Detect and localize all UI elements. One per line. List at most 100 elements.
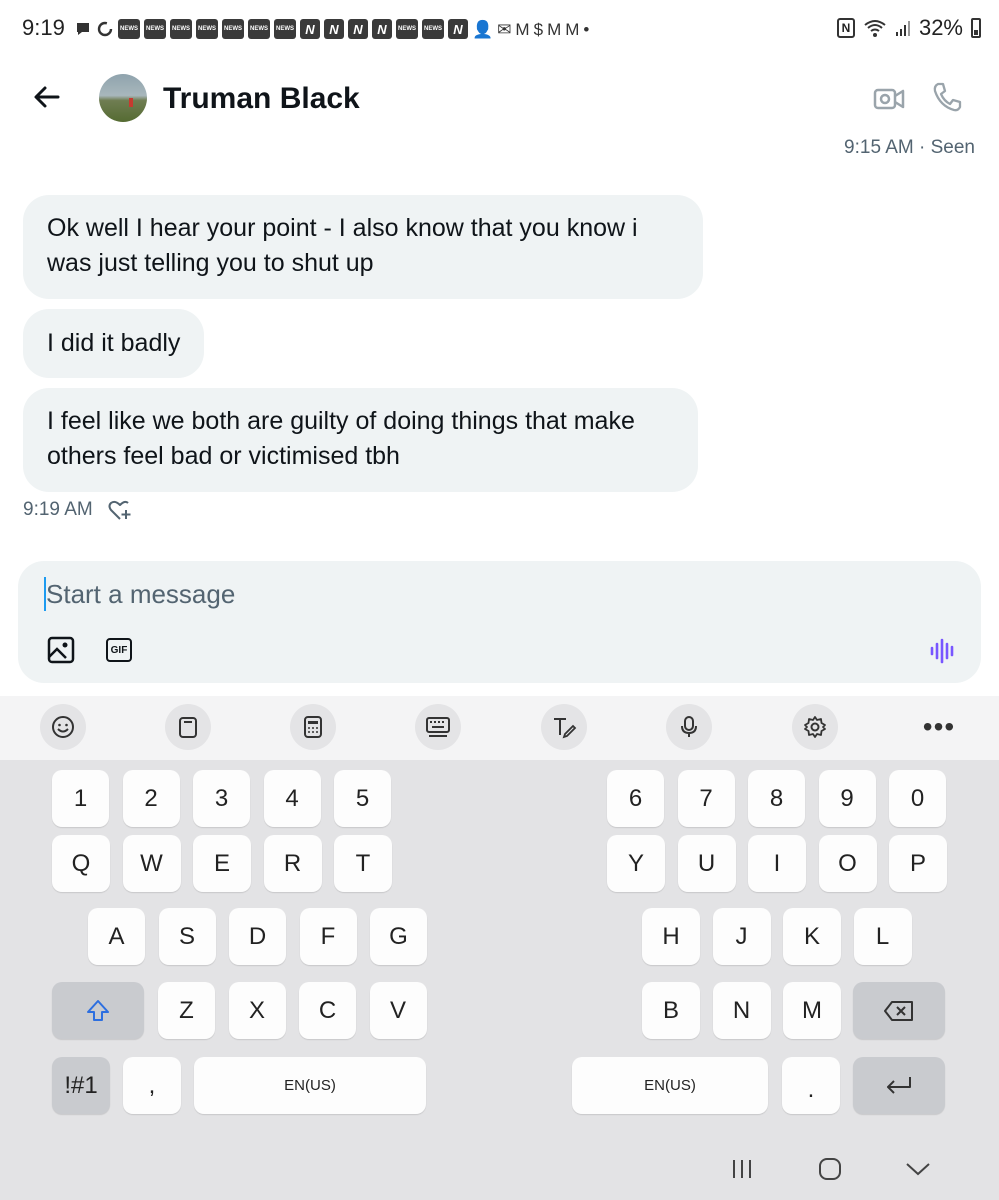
keypad-icon[interactable] bbox=[290, 704, 336, 750]
contact-name[interactable]: Truman Black bbox=[163, 82, 360, 116]
status-time: 9:19 bbox=[22, 15, 65, 40]
emoji-icon[interactable] bbox=[40, 704, 86, 750]
key-q[interactable]: Q bbox=[52, 835, 110, 892]
gmail-icon: M bbox=[547, 19, 562, 39]
key-t[interactable]: T bbox=[334, 835, 392, 892]
message-timestamp: 9:19 AM bbox=[23, 499, 93, 520]
key-p[interactable]: P bbox=[889, 835, 947, 892]
key-z[interactable]: Z bbox=[158, 982, 215, 1039]
key-6[interactable]: 6 bbox=[607, 770, 664, 827]
back-arrow-icon[interactable] bbox=[30, 80, 64, 114]
message-input[interactable] bbox=[44, 577, 744, 611]
settings-gear-icon[interactable] bbox=[792, 704, 838, 750]
more-options-icon[interactable]: ••• bbox=[916, 704, 962, 750]
person-add-icon: 👤 bbox=[472, 19, 494, 39]
key-9[interactable]: 9 bbox=[818, 770, 876, 827]
key-v[interactable]: V bbox=[369, 982, 427, 1039]
key-g[interactable]: G bbox=[370, 908, 427, 965]
key-b[interactable]: B bbox=[642, 982, 700, 1039]
conversation-header: Truman Black bbox=[0, 58, 999, 138]
key-2[interactable]: 2 bbox=[122, 770, 180, 827]
battery-percent: 32% bbox=[918, 15, 963, 40]
enter-key[interactable] bbox=[853, 1057, 945, 1114]
image-icon[interactable] bbox=[46, 635, 76, 665]
key-w[interactable]: W bbox=[122, 835, 181, 892]
home-icon[interactable] bbox=[810, 1151, 850, 1187]
key-r[interactable]: R bbox=[263, 835, 322, 892]
key-n[interactable]: N bbox=[712, 982, 771, 1039]
app-notification-icon: N bbox=[324, 19, 344, 39]
wifi-icon bbox=[864, 20, 886, 37]
voice-message-icon[interactable] bbox=[928, 636, 958, 666]
key-y[interactable]: Y bbox=[607, 835, 665, 892]
chat-bubble-icon bbox=[74, 20, 92, 38]
battery-icon bbox=[971, 18, 981, 38]
message-bubble[interactable]: I feel like we both are guilty of doing … bbox=[23, 388, 698, 492]
key-a[interactable]: A bbox=[88, 908, 145, 965]
news-notification-icon: NEWS bbox=[422, 19, 444, 39]
news-notification-icon: NEWS bbox=[248, 19, 270, 39]
key-h[interactable]: H bbox=[642, 908, 700, 965]
key-e[interactable]: E bbox=[193, 835, 251, 892]
avatar[interactable] bbox=[99, 74, 147, 122]
shift-key[interactable] bbox=[52, 982, 144, 1039]
key-c[interactable]: C bbox=[299, 982, 356, 1039]
key-x[interactable]: X bbox=[228, 982, 286, 1039]
period-key[interactable]: . bbox=[782, 1057, 840, 1114]
news-notification-icon: NEWS bbox=[274, 19, 296, 39]
space-key-right[interactable]: EN(US) bbox=[572, 1057, 768, 1114]
system-navigation-bar bbox=[0, 1135, 999, 1200]
key-4[interactable]: 4 bbox=[263, 770, 321, 827]
clipboard-icon[interactable] bbox=[165, 704, 211, 750]
seen-status: 9:15 AM · Seen bbox=[844, 137, 975, 158]
gmail-icon: M bbox=[565, 19, 580, 39]
gmail-icon: M bbox=[515, 19, 530, 39]
key-f[interactable]: F bbox=[299, 908, 357, 965]
hide-keyboard-chevron-down-icon[interactable] bbox=[898, 1151, 938, 1187]
comma-key[interactable]: , bbox=[123, 1057, 181, 1114]
key-u[interactable]: U bbox=[677, 835, 736, 892]
app-notification-icon: N bbox=[300, 19, 320, 39]
gif-button[interactable]: GIF bbox=[106, 638, 132, 662]
key-3[interactable]: 3 bbox=[193, 770, 250, 827]
news-notification-icon: NEWS bbox=[396, 19, 418, 39]
sync-icon bbox=[96, 20, 114, 38]
message-bubble[interactable]: Ok well I hear your point - I also know … bbox=[23, 195, 703, 299]
keyboard-toolbar: ••• bbox=[0, 696, 999, 760]
handwriting-icon[interactable] bbox=[541, 704, 587, 750]
key-j[interactable]: J bbox=[712, 908, 771, 965]
key-s[interactable]: S bbox=[158, 908, 216, 965]
key-l[interactable]: L bbox=[853, 908, 912, 965]
key-m[interactable]: M bbox=[783, 982, 841, 1039]
signal-icon bbox=[895, 21, 910, 36]
key-o[interactable]: O bbox=[818, 835, 877, 892]
on-screen-keyboard: !#1 , EN(US) EN(US) . 12345 67890 QWERT YUI… bbox=[0, 760, 999, 1200]
space-key-left[interactable]: EN(US) bbox=[194, 1057, 426, 1114]
key-0[interactable]: 0 bbox=[889, 770, 946, 827]
key-7[interactable]: 7 bbox=[677, 770, 735, 827]
notification-icons: NEWS NEWS NEWS NEWS NEWS NEWS NEWS N N N N NEWS NEWS… bbox=[74, 17, 589, 41]
news-notification-icon: NEWS bbox=[196, 19, 218, 39]
app-notification-icon: N bbox=[448, 19, 468, 39]
add-reaction-heart-icon[interactable] bbox=[107, 497, 133, 523]
status-right: N 32% bbox=[836, 15, 981, 41]
dollar-icon: $ bbox=[533, 19, 544, 39]
news-notification-icon: NEWS bbox=[170, 19, 192, 39]
key-k[interactable]: K bbox=[783, 908, 841, 965]
message-bubble[interactable]: I did it badly bbox=[23, 309, 205, 378]
backspace-key[interactable] bbox=[853, 982, 945, 1039]
phone-icon[interactable] bbox=[930, 80, 964, 114]
app-notification-icon: N bbox=[348, 19, 368, 39]
app-notification-icon: N bbox=[372, 19, 392, 39]
recent-apps-icon[interactable] bbox=[722, 1151, 762, 1187]
keyboard-mode-icon[interactable] bbox=[415, 704, 461, 750]
symbols-key[interactable]: !#1 bbox=[52, 1057, 110, 1114]
key-d[interactable]: D bbox=[229, 908, 286, 965]
news-notification-icon: NEWS bbox=[118, 19, 140, 39]
key-1[interactable]: 1 bbox=[52, 770, 109, 827]
microphone-icon[interactable] bbox=[666, 704, 712, 750]
key-5[interactable]: 5 bbox=[334, 770, 391, 827]
key-i[interactable]: I bbox=[748, 835, 806, 892]
video-call-icon[interactable] bbox=[872, 82, 906, 116]
key-8[interactable]: 8 bbox=[748, 770, 805, 827]
